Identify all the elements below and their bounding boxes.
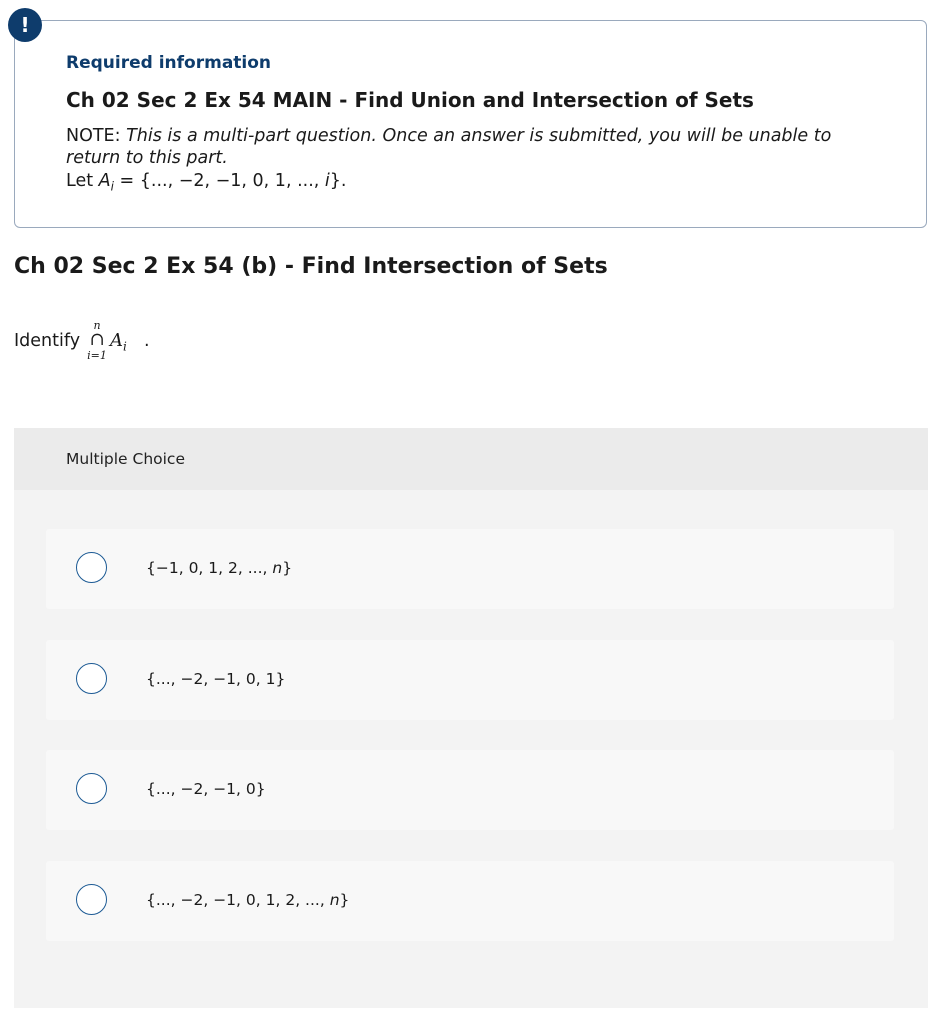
radio-button[interactable] [76, 884, 107, 915]
set-definition: Let Ai = {..., −2, −1, 0, 1, ..., i}. [66, 170, 346, 198]
option-set-text: {..., −2, −1, 0, 1, 2, ..., [146, 891, 330, 909]
option-suffix: } [282, 559, 293, 577]
option-suffix: } [339, 891, 350, 909]
operator-term: Ai [110, 330, 127, 358]
option-4[interactable]: {..., −2, −1, 0, 1, 2, ..., n} [46, 861, 894, 941]
option-set-text: {−1, 0, 1, 2, ..., [146, 559, 273, 577]
intersection-symbol-icon: ∩ [89, 329, 105, 350]
radio-button[interactable] [76, 552, 107, 583]
note-prefix: NOTE: [66, 126, 127, 146]
option-label: {..., −2, −1, 0, 1} [146, 669, 285, 689]
option-3[interactable]: {..., −2, −1, 0} [46, 750, 894, 830]
main-question-title: Ch 02 Sec 2 Ex 54 MAIN - Find Union and … [66, 88, 754, 112]
option-variable: n [329, 891, 340, 909]
note-text: NOTE: This is a multi-part question. Onc… [66, 125, 886, 169]
option-1[interactable]: {−1, 0, 1, 2, ..., n} [46, 529, 894, 609]
term-name: A [110, 330, 123, 351]
note-body: This is a multi-part question. Once an a… [66, 126, 832, 168]
option-set-text: {..., −2, −1, 0, 1} [146, 670, 286, 688]
alert-icon: ! [8, 8, 42, 42]
term-index: i [123, 339, 127, 354]
required-info-label: Required information [66, 53, 272, 73]
options-list: {−1, 0, 1, 2, ..., n} {..., −2, −1, 0, 1… [14, 490, 928, 1008]
multiple-choice-label: Multiple Choice [66, 450, 185, 468]
radio-button[interactable] [76, 663, 107, 694]
let-suffix: }. [329, 171, 347, 191]
operator-lower-limit: i=1 [87, 349, 107, 362]
option-label: {..., −2, −1, 0, 1, 2, ..., n} [146, 890, 349, 910]
option-2[interactable]: {..., −2, −1, 0, 1} [46, 640, 894, 720]
option-set-text: {..., −2, −1, 0} [146, 780, 266, 798]
multiple-choice-header: Multiple Choice [14, 428, 928, 490]
sub-question-title: Ch 02 Sec 2 Ex 54 (b) - Find Intersectio… [14, 254, 608, 279]
prompt-period: . [144, 331, 150, 351]
option-label: {−1, 0, 1, 2, ..., n} [146, 558, 292, 578]
option-label: {..., −2, −1, 0} [146, 779, 266, 799]
option-variable: n [272, 559, 283, 577]
multiple-choice-panel: Multiple Choice {−1, 0, 1, 2, ..., n} {.… [14, 428, 928, 1008]
prompt-text: Identify [14, 331, 81, 351]
radio-button[interactable] [76, 773, 107, 804]
let-set-elements: = {..., −2, −1, 0, 1, ..., [113, 171, 325, 191]
let-set-name: A [98, 171, 111, 191]
let-prefix: Let [66, 171, 99, 191]
